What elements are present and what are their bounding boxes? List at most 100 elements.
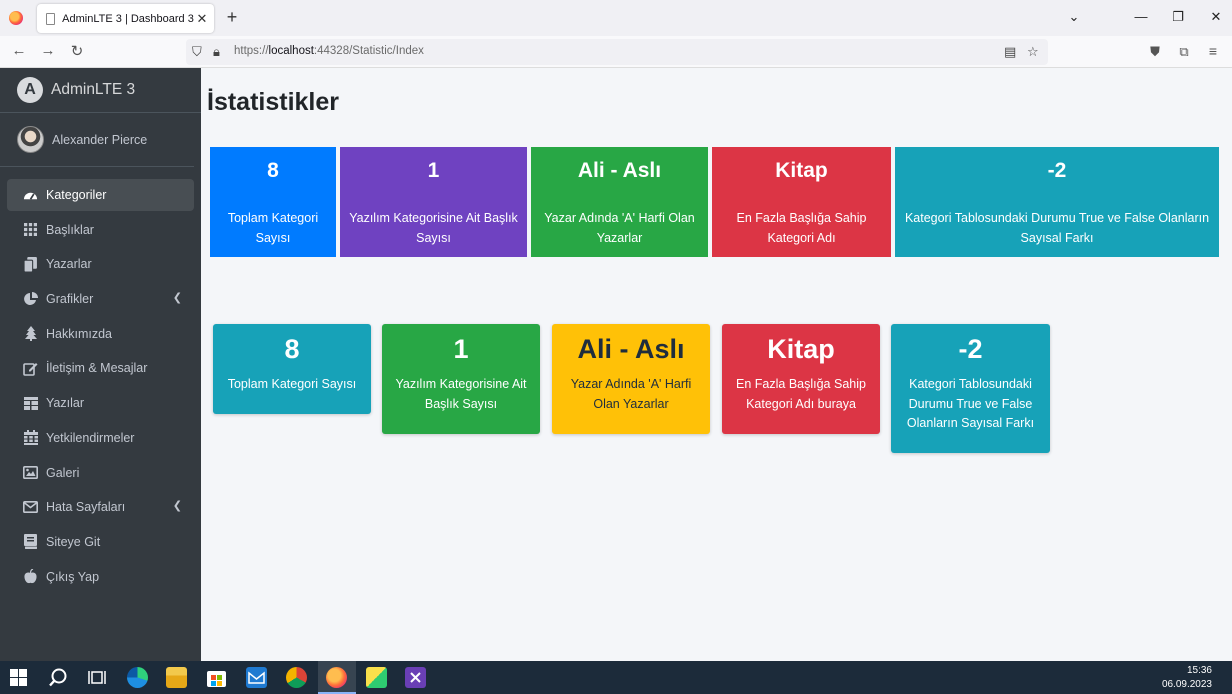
restore-icon[interactable]: ❐ (1168, 9, 1188, 25)
stat-box-category-count: 8 Toplam Kategori Sayısı (210, 147, 336, 257)
back-icon[interactable]: ← (9, 42, 29, 59)
sidebar-item-siteye-git[interactable]: Siteye Git (7, 526, 194, 558)
sidebar-item-iletisim-mesajlar[interactable]: İletişim & Mesajlar (7, 352, 194, 384)
stat-value: 1 (427, 159, 440, 182)
chrome-icon[interactable] (286, 667, 307, 688)
url-bar[interactable]: ⛉ 🔒︎ https://localhost:44328/Statistic/I… (186, 39, 1048, 65)
search-icon[interactable] (48, 667, 69, 688)
sidebar-item-galeri[interactable]: Galeri (7, 457, 194, 489)
page-favicon-icon (46, 12, 56, 25)
stat-card-top-category: Kitap En Fazla Başlığa Sahip Kategori Ad… (722, 324, 880, 434)
extensions-icon[interactable]: ⧉ (1174, 44, 1194, 60)
stat-label: Kategori Tablosundaki Durumu True ve Fal… (904, 211, 1210, 245)
table-icon (23, 396, 38, 411)
sidebar-item-yazilar[interactable]: Yazılar (7, 387, 194, 419)
stat-box-top-category: Kitap En Fazla Başlığa Sahip Kategori Ad… (712, 147, 891, 257)
browser-tab[interactable]: AdminLTE 3 | Dashboard 3 ✕ (37, 4, 214, 33)
bookmark-star-icon[interactable]: ☆ (1027, 44, 1039, 60)
sidebar-item-label: Grafikler (46, 292, 94, 307)
task-view-icon[interactable] (87, 667, 108, 688)
pocket-icon[interactable]: ⛊ (1145, 44, 1165, 60)
tree-icon (23, 326, 38, 342)
stat-value: Ali - Aslı (577, 159, 662, 182)
stat-label: Yazar Adında 'A' Harfi Olan Yazarlar (544, 211, 695, 245)
close-tab-icon[interactable]: ✕ (194, 11, 210, 27)
navigation-toolbar: ← → ↻ ⛉ 🔒︎ https://localhost:44328/Stati… (0, 36, 1232, 68)
sidebar-item-kategoriler[interactable]: Kategoriler (7, 179, 194, 211)
stat-value: Kitap (775, 159, 828, 182)
stat-value: Kitap (767, 334, 835, 364)
sidebar-item-hata-sayfalari[interactable]: Hata Sayfaları ❮ (7, 491, 194, 523)
sidebar-item-label: Hata Sayfaları (46, 500, 126, 515)
minimize-icon[interactable]: — (1131, 9, 1151, 24)
clock-date[interactable]: 06.09.2023 (1162, 679, 1212, 690)
clock-time[interactable]: 15:36 (1187, 665, 1212, 676)
stat-label: En Fazla Başlığa Sahip Kategori Adı (736, 211, 867, 245)
windows-taskbar: 15:36 06.09.2023 (0, 661, 1232, 694)
forward-icon[interactable]: → (38, 42, 58, 59)
stat-label: Yazılım Kategorisine Ait Başlık Sayısı (349, 211, 518, 245)
user-panel[interactable]: Alexander Pierce (0, 113, 194, 167)
sidebar-item-yazarlar[interactable]: Yazarlar (7, 248, 194, 280)
sidebar-item-label: Yazarlar (46, 257, 92, 272)
edge-browser-icon[interactable] (127, 667, 148, 688)
stat-value: -2 (958, 334, 983, 364)
sidebar-item-label: Başlıklar (46, 222, 94, 237)
stat-label: Yazar Adında 'A' Harfi Olan Yazarlar (570, 377, 692, 411)
tab-title: AdminLTE 3 | Dashboard 3 (62, 12, 194, 25)
new-tab-icon[interactable]: + (223, 7, 241, 28)
sidebar-item-label: Kategoriler (46, 188, 107, 202)
image-icon (23, 465, 38, 480)
apple-icon (23, 569, 38, 584)
stat-label: Yazılım Kategorisine Ait Başlık Sayısı (395, 377, 527, 411)
sidebar-item-cikis-yap[interactable]: Çıkış Yap (7, 561, 194, 593)
firefox-taskbar-icon[interactable] (326, 667, 347, 688)
microsoft-store-icon[interactable] (206, 667, 227, 688)
chevron-left-icon: ❮ (172, 500, 182, 513)
envelope-icon (23, 500, 38, 515)
tachometer-icon (23, 188, 38, 203)
stat-card-category-count: 8 Toplam Kategori Sayısı (213, 324, 371, 414)
sidebar: A AdminLTE 3 Alexander Pierce Kategorile… (0, 68, 201, 661)
close-window-icon[interactable]: ✕ (1206, 9, 1226, 25)
sidebar-item-basliklar[interactable]: Başlıklar (7, 214, 194, 246)
reload-icon[interactable]: ↻ (67, 42, 87, 60)
stat-value: 8 (267, 159, 279, 182)
lock-icon[interactable]: 🔒︎ (213, 44, 220, 60)
stat-value: 1 (453, 334, 469, 364)
menu-icon[interactable]: ≡ (1203, 43, 1223, 59)
shield-icon[interactable]: ⛉ (192, 44, 202, 60)
firefox-logo-icon[interactable] (9, 11, 23, 25)
sidebar-item-hakkimizda[interactable]: Hakkımızda (7, 318, 194, 350)
file-explorer-icon[interactable] (166, 667, 187, 688)
adminlte-logo-icon: A (17, 77, 43, 103)
windows-start-icon[interactable] (10, 669, 27, 686)
page-title: İstatistikler (207, 88, 340, 116)
brand-link[interactable]: A AdminLTE 3 (0, 68, 201, 113)
sidebar-item-label: Yazılar (46, 396, 84, 411)
mail-icon[interactable] (246, 667, 267, 688)
app-icon[interactable] (366, 667, 387, 688)
url-text[interactable]: https://localhost:44328/Statistic/Index (234, 45, 424, 57)
list-all-tabs-icon[interactable]: ⌄ (1064, 9, 1084, 25)
sidebar-item-grafikler[interactable]: Grafikler ❮ (7, 283, 194, 315)
sidebar-item-yetkilendirmeler[interactable]: Yetkilendirmeler (7, 422, 194, 454)
copy-icon (23, 256, 38, 272)
stat-box-software-title-count: 1 Yazılım Kategorisine Ait Başlık Sayısı (340, 147, 527, 257)
chevron-left-icon: ❮ (172, 292, 182, 305)
stat-card-authors-with-a: Ali - Aslı Yazar Adında 'A' Harfi Olan Y… (552, 324, 710, 434)
calendar-icon (23, 430, 38, 446)
stat-box-authors-with-a: Ali - Aslı Yazar Adında 'A' Harfi Olan Y… (531, 147, 708, 257)
sidebar-item-label: Hakkımızda (46, 326, 112, 341)
stat-value: 8 (284, 334, 300, 364)
sidebar-item-label: Galeri (46, 465, 80, 480)
stat-box-status-difference: -2 Kategori Tablosundaki Durumu True ve … (895, 147, 1219, 257)
sidebar-item-label: İletişim & Mesajlar (46, 361, 148, 376)
visual-studio-icon[interactable] (405, 667, 426, 688)
stat-value: -2 (1047, 159, 1067, 182)
browser-tab-bar: AdminLTE 3 | Dashboard 3 ✕ + ⌄ — ❐ ✕ (0, 0, 1232, 36)
sidebar-item-label: Siteye Git (46, 534, 101, 549)
reader-view-icon[interactable]: ▤ (1004, 44, 1016, 60)
stat-label: Toplam Kategori Sayısı (227, 377, 357, 391)
stat-card-status-difference: -2 Kategori Tablosundaki Durumu True ve … (891, 324, 1050, 453)
